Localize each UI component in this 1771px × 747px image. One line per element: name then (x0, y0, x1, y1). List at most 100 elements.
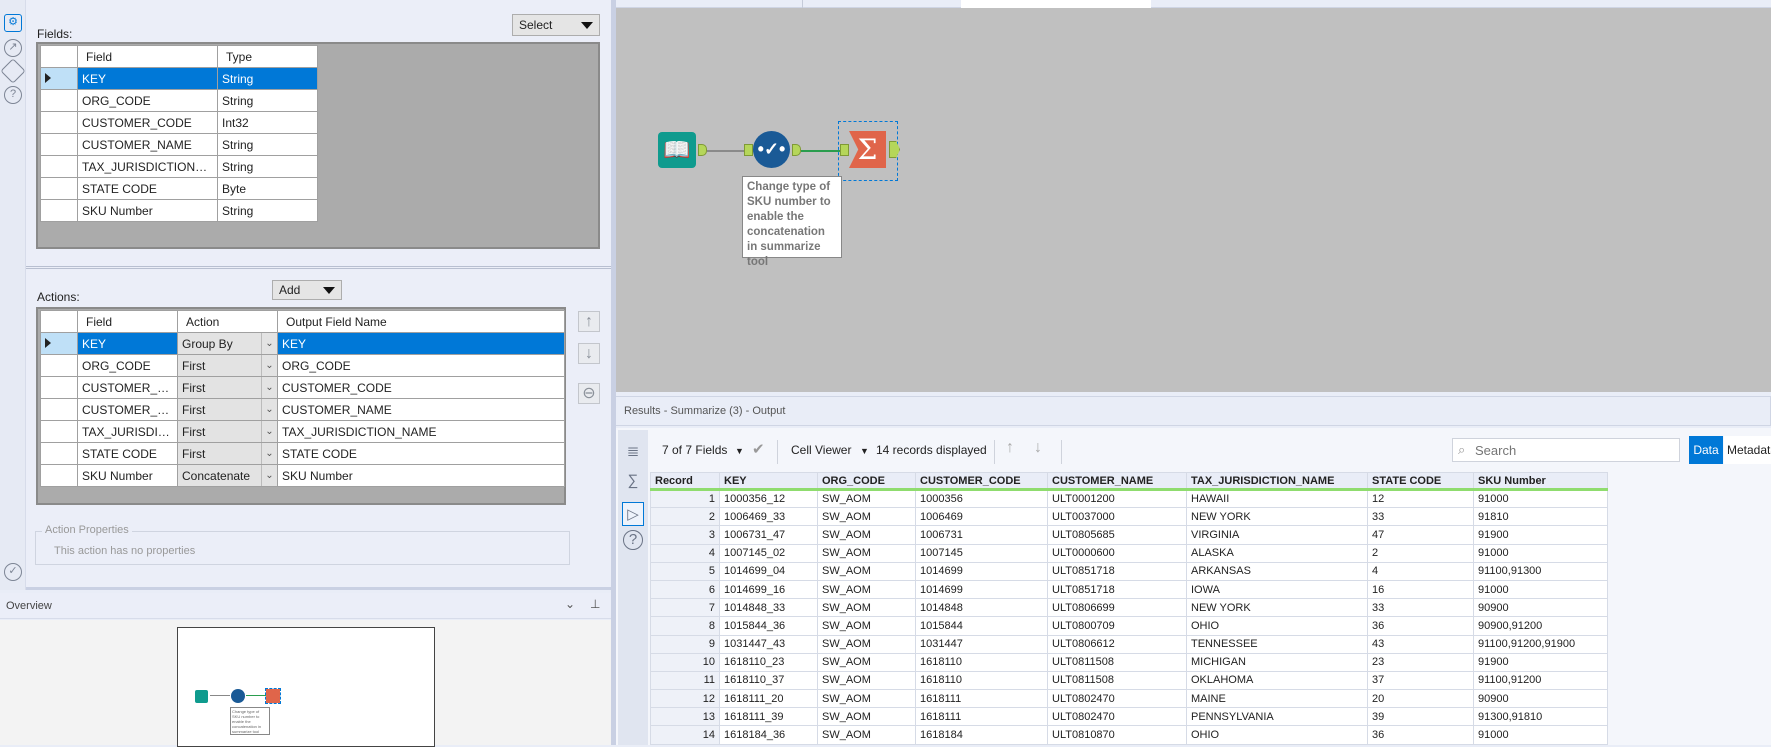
table-cell[interactable]: SW_AOM (817, 725, 916, 745)
table-cell[interactable]: 91810 (1473, 507, 1608, 527)
table-row[interactable]: 7 1014848_33 SW_AOM 1014848 ULT0806699 NEW YO… (650, 598, 1608, 618)
table-cell[interactable]: ARKANSAS (1186, 561, 1368, 581)
field-type-cell[interactable]: String (217, 155, 318, 178)
table-cell[interactable]: ULT0802470 (1047, 689, 1187, 709)
table-cell[interactable]: SW_AOM (817, 689, 916, 709)
chevron-down-icon[interactable]: ⌄ (261, 333, 277, 354)
fields-selector[interactable]: 7 of 7 Fields (662, 443, 727, 457)
table-cell[interactable]: ULT0000600 (1047, 543, 1187, 563)
chevron-down-icon[interactable]: ⌄ (261, 399, 277, 420)
actions-header-field[interactable]: Field (77, 310, 178, 333)
table-cell[interactable]: ALASKA (1186, 543, 1368, 563)
output-field-cell[interactable]: SKU Number (277, 464, 565, 487)
add-dropdown[interactable]: Add (272, 280, 342, 300)
table-row[interactable]: 6 1014699_16 SW_AOM 1014699 ULT0851718 IOWA 16… (650, 579, 1608, 600)
action-field-cell[interactable]: TAX_JURISDICTI... (77, 420, 178, 443)
tab-active[interactable] (961, 0, 1151, 8)
move-down-button[interactable]: ↓ (578, 343, 600, 364)
table-cell[interactable]: 1014699 (915, 561, 1048, 581)
row-header[interactable] (40, 376, 78, 399)
row-header[interactable] (40, 442, 78, 465)
table-cell[interactable]: ULT0851718 (1047, 579, 1187, 600)
table-cell[interactable]: 1618111_39 (719, 707, 818, 727)
row-header[interactable] (40, 133, 78, 156)
table-cell[interactable]: 1031447 (915, 634, 1048, 654)
overview-viewport[interactable]: Change type of SKU number to enable the … (177, 627, 435, 747)
table-cell[interactable]: 91000 (1473, 488, 1608, 509)
column-header-key[interactable]: KEY (719, 472, 818, 491)
table-cell[interactable]: SW_AOM (817, 579, 916, 600)
table-cell[interactable]: OHIO (1186, 725, 1368, 745)
table-cell[interactable]: SW_AOM (817, 652, 916, 672)
action-field-cell[interactable]: SKU Number (77, 464, 178, 487)
field-name-cell[interactable]: KEY (77, 67, 218, 90)
fields-header-type[interactable]: Type (217, 45, 318, 68)
row-header[interactable] (40, 177, 78, 200)
field-name-cell[interactable]: ORG_CODE (77, 89, 218, 112)
table-cell[interactable]: 36 (1367, 616, 1474, 636)
table-cell[interactable]: 39 (1367, 707, 1474, 727)
table-cell[interactable]: 1015844 (915, 616, 1048, 636)
table-row[interactable]: 3 1006731_47 SW_AOM 1006731 ULT0805685 VIRGIN… (650, 525, 1608, 545)
fields-row[interactable]: ORG_CODE String (40, 89, 318, 112)
table-cell[interactable]: MICHIGAN (1186, 652, 1368, 672)
column-header-org-code[interactable]: ORG_CODE (817, 472, 916, 491)
fields-row[interactable]: CUSTOMER_NAME String (40, 133, 318, 156)
table-cell[interactable]: 1014699 (915, 579, 1048, 600)
table-cell[interactable]: 91100,91200,91900 (1473, 634, 1608, 654)
field-name-cell[interactable]: TAX_JURISDICTION_NAME (77, 155, 218, 178)
table-cell[interactable]: PENNSYLVANIA (1186, 707, 1368, 727)
table-cell[interactable]: 1618111_20 (719, 689, 818, 709)
fields-row[interactable]: KEY String (40, 67, 318, 90)
row-header[interactable] (40, 111, 78, 134)
action-dropdown[interactable]: First ⌄ (177, 354, 278, 377)
table-row[interactable]: 13 1618111_39 SW_AOM 1618111 ULT0802470 PENNS… (650, 707, 1608, 727)
tab-data[interactable]: Data (1689, 436, 1723, 464)
actions-row[interactable]: TAX_JURISDICTI... First ⌄ TAX_JURISDICTION_… (40, 420, 565, 443)
table-cell[interactable]: 1006731_47 (719, 525, 818, 545)
help-icon[interactable]: ? (4, 86, 22, 104)
table-cell[interactable]: MAINE (1186, 689, 1368, 709)
field-type-cell[interactable]: Int32 (217, 111, 318, 134)
action-field-cell[interactable]: KEY (77, 332, 178, 355)
action-field-cell[interactable]: STATE CODE (77, 442, 178, 465)
table-cell[interactable]: ULT0800709 (1047, 616, 1187, 636)
table-cell[interactable]: 1014699_04 (719, 561, 818, 581)
column-header-sku-number[interactable]: SKU Number (1473, 472, 1608, 491)
pin-icon[interactable]: ⊥ (590, 597, 600, 611)
table-cell[interactable]: ULT0811508 (1047, 652, 1187, 672)
table-cell[interactable]: 91000 (1473, 579, 1608, 600)
table-cell[interactable]: 1007145_02 (719, 543, 818, 563)
help-icon[interactable]: ? (623, 530, 643, 550)
row-header[interactable] (40, 155, 78, 178)
caret-down-icon[interactable]: ▼ (735, 446, 744, 456)
search-input[interactable] (1475, 441, 1675, 459)
row-header[interactable] (40, 199, 78, 222)
table-cell[interactable]: 91300,91810 (1473, 707, 1608, 727)
table-cell[interactable]: HAWAII (1186, 488, 1368, 509)
table-cell[interactable]: 1000356 (915, 488, 1048, 509)
action-field-cell[interactable]: CUSTOMER_CO... (77, 376, 178, 399)
convert-icon[interactable]: ↗ (4, 39, 22, 57)
table-cell[interactable]: SW_AOM (817, 670, 916, 691)
table-row[interactable]: 4 1007145_02 SW_AOM 1007145 ULT0000600 ALASKA… (650, 543, 1608, 563)
output-field-cell[interactable]: STATE CODE (277, 442, 565, 465)
chevron-down-icon[interactable]: ⌄ (565, 597, 575, 611)
table-cell[interactable]: 1618111 (915, 689, 1048, 709)
actions-row[interactable]: ORG_CODE First ⌄ ORG_CODE (40, 354, 565, 377)
input-data-tool[interactable]: 📖 (658, 132, 696, 168)
field-type-cell[interactable]: String (217, 67, 318, 90)
select-tool[interactable]: •✓• (753, 131, 790, 168)
tab-metadata[interactable]: Metadata (1724, 436, 1771, 464)
table-cell[interactable]: ULT0811508 (1047, 670, 1187, 691)
table-cell[interactable]: 90900,91200 (1473, 616, 1608, 636)
table-cell[interactable]: 1007145 (915, 543, 1048, 563)
table-cell[interactable]: 1618110 (915, 652, 1048, 672)
table-cell[interactable]: SW_AOM (817, 525, 916, 545)
table-cell[interactable]: 4 (1367, 561, 1474, 581)
row-header[interactable] (40, 89, 78, 112)
output-port[interactable] (698, 144, 707, 156)
output-field-cell[interactable]: CUSTOMER_NAME (277, 398, 565, 421)
action-dropdown[interactable]: First ⌄ (177, 376, 278, 399)
actions-row[interactable]: SKU Number Concatenate ⌄ SKU Number (40, 464, 565, 487)
